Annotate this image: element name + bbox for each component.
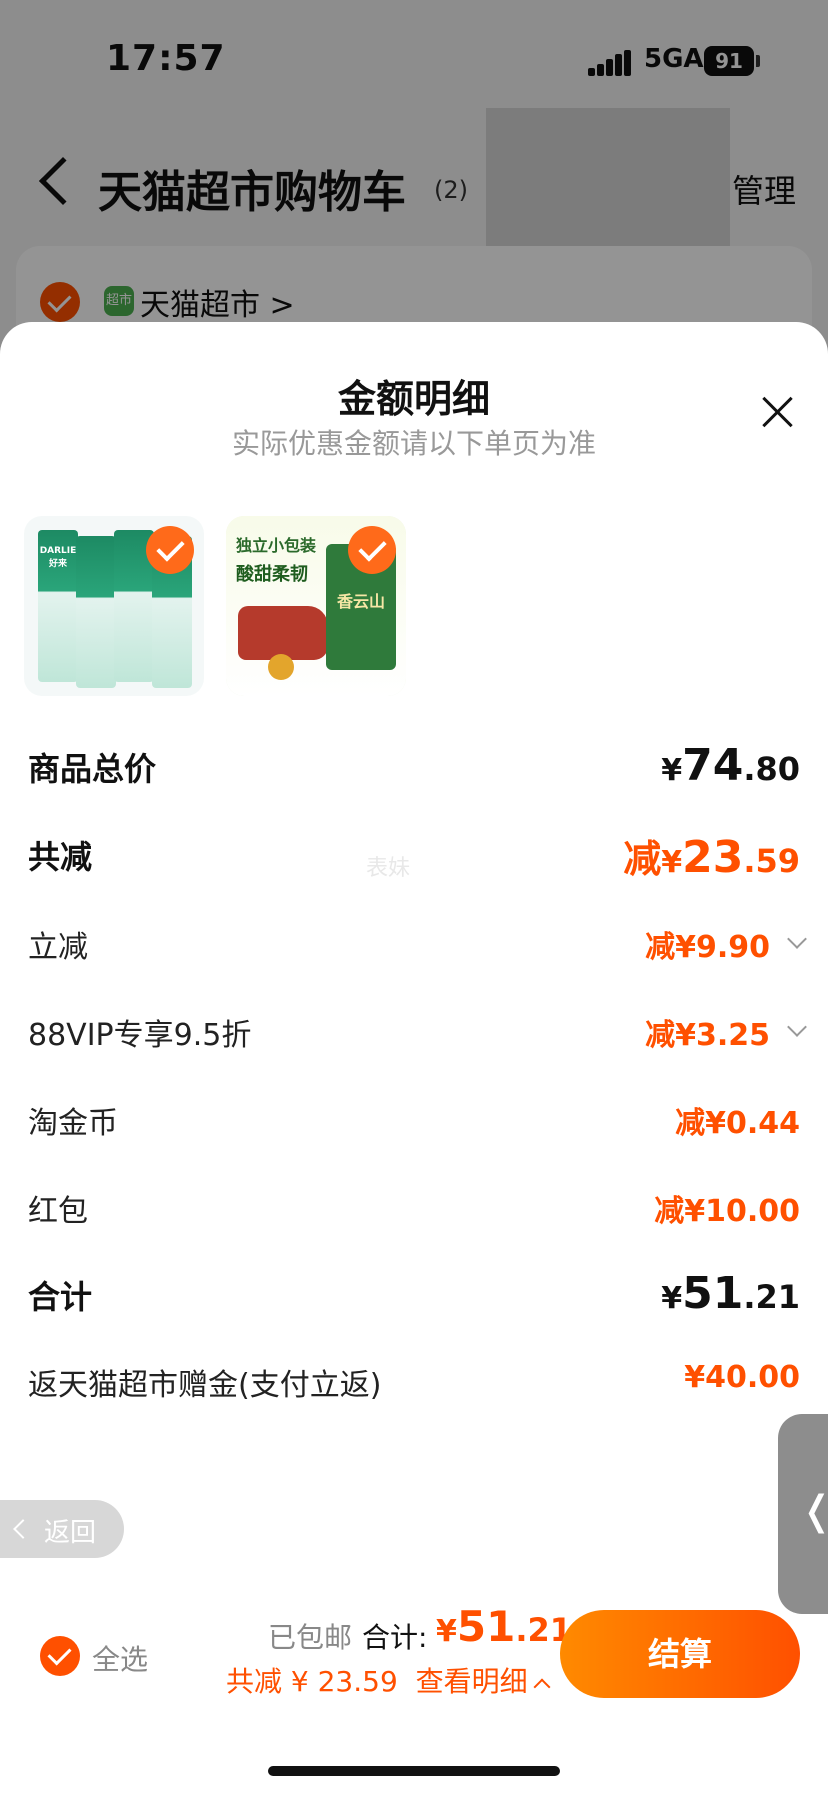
- row-value: 减¥3.25: [645, 1018, 770, 1053]
- checkout-button[interactable]: 结算: [560, 1610, 800, 1698]
- product-thumb-snack[interactable]: 独立小包装 酸甜柔韧 香云山: [226, 516, 406, 696]
- side-drawer-handle[interactable]: ❬: [778, 1414, 828, 1614]
- row-label: 立减: [28, 930, 88, 965]
- chevron-left-icon: [13, 1519, 33, 1539]
- row-red-packet: 红包 减¥10.00: [28, 1176, 800, 1236]
- row-value: ¥40.00: [684, 1360, 800, 1395]
- row-grand-total: 合计 ¥51.21: [28, 1262, 800, 1322]
- row-value: 减¥9.90: [645, 930, 770, 965]
- row-label: 商品总价: [28, 750, 157, 788]
- sheet-title: 金额明细: [337, 377, 490, 421]
- snack-label-2: 酸甜柔韧: [236, 564, 308, 585]
- snack-brand: 香云山: [336, 592, 385, 611]
- row-value: 减¥23.59: [623, 832, 800, 883]
- select-all-label[interactable]: 全选: [92, 1638, 148, 1678]
- row-label: 红包: [28, 1194, 88, 1229]
- toothpaste-box: DARLIE 好来: [38, 530, 78, 682]
- row-label: 合计: [28, 1278, 93, 1316]
- discount-detail-link[interactable]: 共减 ¥ 23.59 查看明细: [226, 1660, 551, 1700]
- check-icon: [146, 526, 194, 574]
- total-amount: ¥51.21: [436, 1602, 573, 1651]
- row-value: ¥74.80: [661, 740, 800, 791]
- row-label: 淘金币: [28, 1106, 118, 1141]
- toothpaste-box: [76, 536, 116, 688]
- product-thumb-toothpaste[interactable]: DARLIE 好来: [24, 516, 204, 696]
- row-label: 返天猫超市赠金(支付立返): [28, 1368, 382, 1403]
- total-label: 合计:: [362, 1621, 428, 1654]
- home-indicator[interactable]: [268, 1766, 560, 1776]
- checkout-footer: 全选 已包邮 合计: ¥51.21 共减 ¥ 23.59 查看明细 结算: [0, 1586, 828, 1726]
- chevron-down-icon[interactable]: [787, 929, 807, 949]
- snack-label-1: 独立小包装: [236, 536, 317, 555]
- row-label: 共减: [28, 838, 93, 876]
- row-instant-discount[interactable]: 立减 减¥9.90: [28, 912, 807, 972]
- row-label: 88VIP专享9.5折: [28, 1018, 252, 1053]
- amount-detail-sheet: 金额明细 实际优惠金额请以下单页为准 DARLIE 好来 独立小包装 酸甜柔韧 …: [0, 322, 828, 1796]
- row-subtotal: 商品总价 ¥74.80: [28, 734, 800, 794]
- check-icon: [348, 526, 396, 574]
- row-88vip-discount[interactable]: 88VIP专享9.5折 减¥3.25: [28, 1000, 807, 1060]
- back-pill-button[interactable]: 返回: [0, 1500, 124, 1558]
- back-pill-label: 返回: [44, 1518, 97, 1548]
- row-value: ¥51.21: [661, 1268, 800, 1319]
- row-cashback: 返天猫超市赠金(支付立返) ¥40.00: [28, 1350, 800, 1410]
- row-total-discount: 共减 减¥23.59: [28, 822, 800, 883]
- select-all-checkbox[interactable]: [40, 1636, 80, 1676]
- chevron-down-icon[interactable]: [787, 1017, 807, 1037]
- discount-text: 共减 ¥ 23.59: [226, 1665, 398, 1698]
- row-value: 减¥10.00: [654, 1194, 800, 1229]
- chevron-up-icon: [533, 1678, 551, 1696]
- fruit-image: [268, 654, 294, 680]
- sheet-subtitle: 实际优惠金额请以下单页为准: [231, 427, 596, 460]
- close-icon[interactable]: [760, 394, 796, 430]
- row-tao-coins: 淘金币 减¥0.44: [28, 1088, 800, 1148]
- snack-image: [238, 606, 328, 660]
- chevron-left-icon: ❬: [800, 1491, 828, 1531]
- view-detail-label: 查看明细: [415, 1665, 528, 1698]
- row-value: 减¥0.44: [675, 1106, 800, 1141]
- free-shipping-label: 已包邮: [268, 1621, 353, 1654]
